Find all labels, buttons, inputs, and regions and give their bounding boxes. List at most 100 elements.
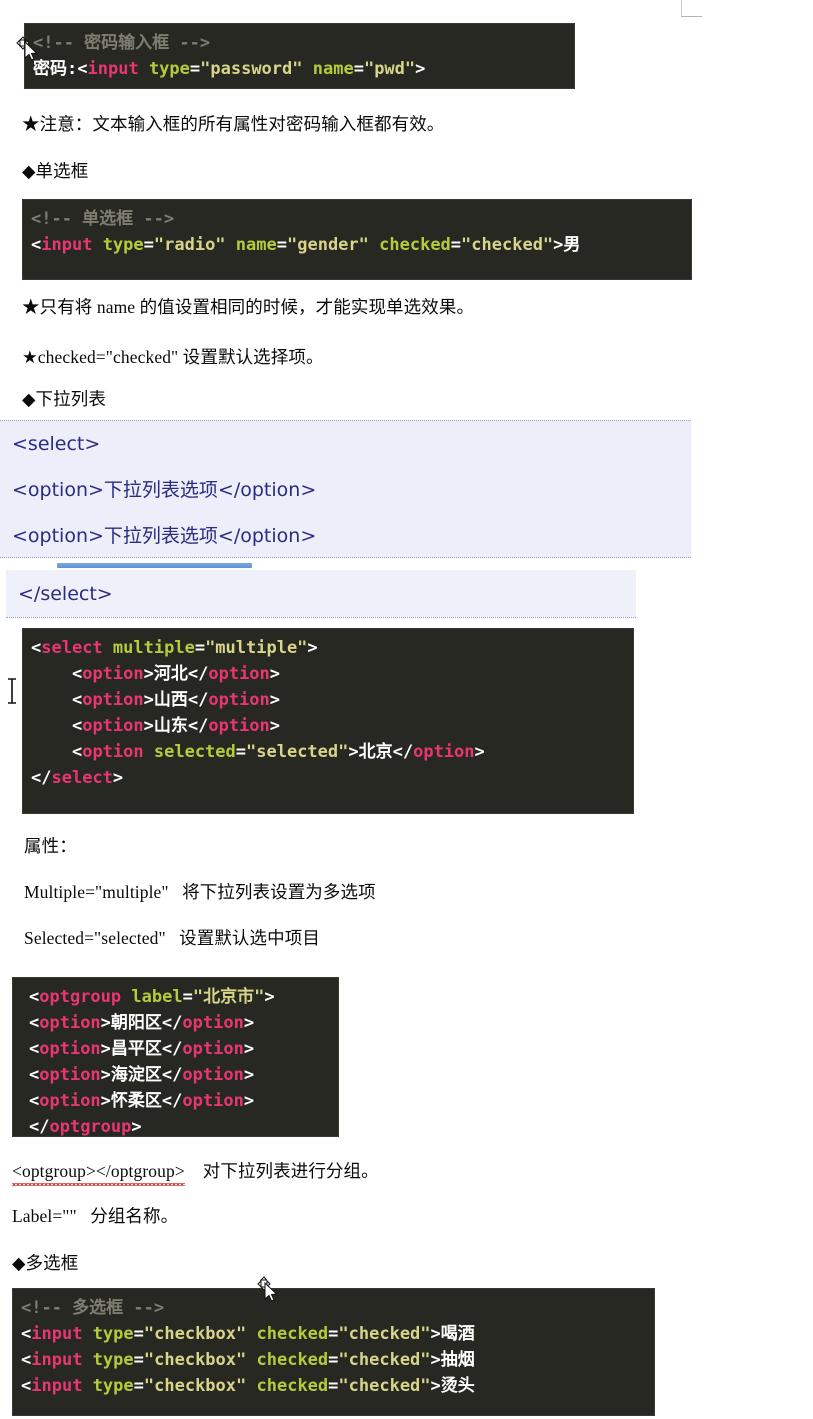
code-text-male: 男 bbox=[563, 235, 581, 255]
code-block-select-multiple: <select multiple="multiple"> <option>河北<… bbox=[22, 628, 634, 814]
og-o1-d: > bbox=[243, 1013, 255, 1033]
og-o3-b: > bbox=[100, 1065, 111, 1085]
cb-label-perm: 烫头 bbox=[440, 1376, 475, 1396]
cb1-attr-type: type bbox=[92, 1324, 134, 1344]
select-closing-line: </select> bbox=[18, 583, 113, 605]
ms-close-a: </ bbox=[31, 768, 52, 788]
attr-name-selected: Selected="selected" bbox=[24, 928, 166, 948]
attr-row-selected: Selected="selected" 设置默认选中项目 bbox=[24, 927, 320, 951]
ms-close-tag: select bbox=[51, 768, 113, 788]
cb1-eq1: = bbox=[133, 1324, 144, 1344]
cb3-eq1: = bbox=[133, 1376, 144, 1396]
ms-o1-a: < bbox=[71, 664, 83, 684]
og-o4-a: < bbox=[29, 1091, 40, 1111]
ms-o4-b: > bbox=[348, 742, 359, 762]
code-angle-close: > bbox=[415, 59, 426, 79]
cb2-b: > bbox=[430, 1350, 441, 1370]
cb3-sp2 bbox=[246, 1376, 256, 1396]
og-o1-a: < bbox=[29, 1013, 40, 1033]
og-o1-tag: option bbox=[39, 1013, 101, 1033]
attr-row-multiple: Multiple="multiple" 将下拉列表设置为多选项 bbox=[24, 881, 376, 905]
og-o2-b: > bbox=[100, 1039, 111, 1059]
code-attrval-checked-radio: "checked" bbox=[461, 235, 554, 255]
cb3-sp1 bbox=[82, 1376, 92, 1396]
cb2-attrval-type: "checkbox" bbox=[143, 1350, 247, 1370]
og-o1-b: > bbox=[100, 1013, 111, 1033]
og-o4-b: > bbox=[100, 1091, 111, 1111]
ms-o2-tag: option bbox=[82, 690, 144, 710]
og-close-a: </ bbox=[29, 1117, 50, 1137]
cb3-attrval-checked: "checked" bbox=[338, 1376, 431, 1396]
code-block-radio: <!-- 单选框 --> <input type="radio" name="g… bbox=[22, 199, 692, 280]
og-o3-tagend: option bbox=[182, 1065, 244, 1085]
code-attr-type-radio: type bbox=[102, 235, 144, 255]
code-block-checkbox: <!-- 多选框 --> <input type="checkbox" chec… bbox=[12, 1288, 655, 1416]
code-eq-r1: = bbox=[143, 235, 154, 255]
code-space1 bbox=[139, 59, 149, 79]
ms-o4-a: < bbox=[71, 742, 83, 762]
cb1-attrval-checked: "checked" bbox=[338, 1324, 431, 1344]
code-block-select-light: <select> <option>下拉列表选项</option> <option… bbox=[0, 420, 691, 558]
cb3-tag: input bbox=[31, 1376, 83, 1396]
og-close-tag: optgroup bbox=[49, 1117, 132, 1137]
cb2-sp2 bbox=[246, 1350, 256, 1370]
ms-o3-tag: option bbox=[82, 716, 144, 736]
ms-sp1 bbox=[103, 638, 113, 658]
code-tag-input: input bbox=[87, 59, 139, 79]
label-desc-text: 分组名称。 bbox=[90, 1206, 179, 1226]
ms-o4-d: > bbox=[474, 742, 485, 762]
ms-o3-a: < bbox=[71, 716, 83, 736]
og-option-chaoyang: 朝阳区 bbox=[110, 1013, 162, 1033]
note-password: ★注意：文本输入框的所有属性对密码输入框都有效。 bbox=[22, 114, 445, 134]
cb3-attr-checked: checked bbox=[256, 1376, 329, 1396]
og-o2-c: </ bbox=[161, 1039, 183, 1059]
ms-angle1: < bbox=[31, 638, 42, 658]
og-o1-c: </ bbox=[161, 1013, 183, 1033]
code-attrval-password: "password" bbox=[200, 59, 303, 79]
ms-o4-tagend: option bbox=[413, 742, 475, 762]
page-corner-mark bbox=[681, 0, 702, 17]
note-label: Label="" 分组名称。 bbox=[12, 1205, 178, 1229]
og-o4-c: </ bbox=[161, 1091, 183, 1111]
code-comment-checkbox: <!-- 多选框 --> bbox=[21, 1298, 165, 1318]
cb2-tag: input bbox=[31, 1350, 83, 1370]
ms-o2-c: </ bbox=[187, 690, 209, 710]
attributes-title: 属性： bbox=[24, 836, 77, 856]
og-a1: < bbox=[29, 987, 40, 1007]
cb1-attrval-type: "checkbox" bbox=[143, 1324, 247, 1344]
cb2-a: < bbox=[21, 1350, 32, 1370]
code-angle-close-radio: > bbox=[553, 235, 564, 255]
og-a2: > bbox=[264, 987, 275, 1007]
heading-select: ◆下拉列表 bbox=[22, 389, 106, 409]
og-o4-tag: option bbox=[39, 1091, 101, 1111]
code-eq-r3: = bbox=[450, 235, 462, 255]
code-angle-open: < bbox=[77, 59, 88, 79]
ms-eq1: = bbox=[194, 638, 206, 658]
code-label-password: 密码: bbox=[33, 59, 78, 79]
code-comment-radio: <!-- 单选框 --> bbox=[31, 209, 175, 229]
select-line-1: <select> bbox=[12, 433, 101, 455]
optgroup-desc-text: 对下拉列表进行分组。 bbox=[202, 1161, 379, 1181]
code-eq2: = bbox=[353, 59, 364, 79]
ms-o1-b: > bbox=[143, 664, 154, 684]
og-option-haidian: 海淀区 bbox=[110, 1065, 162, 1085]
note-radio-name: ★只有将 name 的值设置相同的时候，才能实现单选效果。 bbox=[22, 297, 475, 317]
og-close-b: > bbox=[131, 1117, 142, 1137]
ms-attr-multiple: multiple bbox=[112, 638, 195, 658]
cb2-eq1: = bbox=[133, 1350, 144, 1370]
ms-o2-tagend: option bbox=[208, 690, 270, 710]
cb1-attr-checked: checked bbox=[256, 1324, 329, 1344]
og-o3-c: </ bbox=[161, 1065, 183, 1085]
cb2-attrval-checked: "checked" bbox=[338, 1350, 431, 1370]
attr-desc-selected: 设置默认选中项目 bbox=[179, 928, 320, 948]
cb3-a: < bbox=[21, 1376, 32, 1396]
ms-o3-b: > bbox=[143, 716, 154, 736]
code-attr-name: name bbox=[312, 59, 354, 79]
cb3-b: > bbox=[430, 1376, 441, 1396]
code-tag-input-radio: input bbox=[41, 235, 93, 255]
code-angle-open-radio: < bbox=[31, 235, 42, 255]
document-page: { "document": { "language": "zh-CN", "ba… bbox=[0, 0, 813, 1419]
cb1-tag: input bbox=[31, 1324, 83, 1344]
ms-o1-tag: option bbox=[82, 664, 144, 684]
ms-attr-selected: selected bbox=[153, 742, 236, 762]
